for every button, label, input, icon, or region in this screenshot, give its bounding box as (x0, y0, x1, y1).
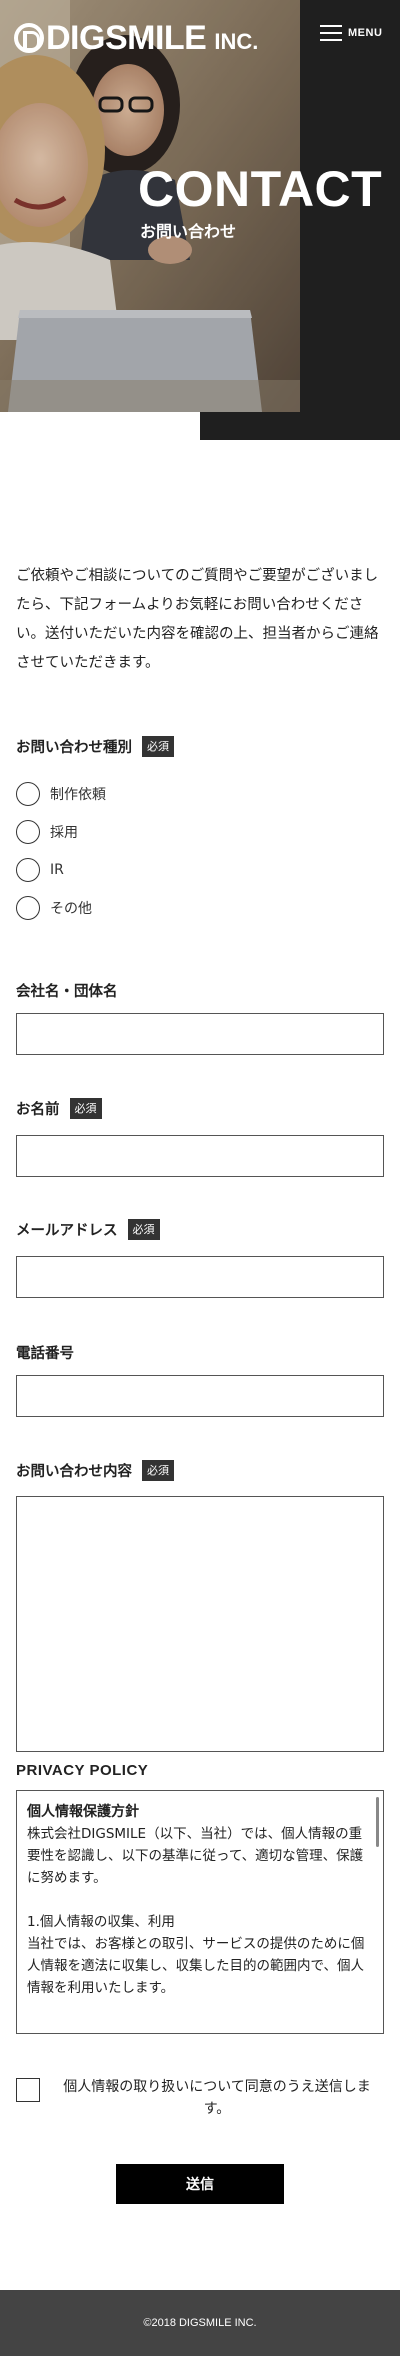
phone-input[interactable] (16, 1375, 384, 1417)
name-label: お名前 (16, 1102, 60, 1118)
scrollbar[interactable] (376, 1797, 379, 1847)
menu-label: MENU (348, 27, 383, 39)
required-badge: 必須 (69, 1098, 102, 1119)
email-input[interactable] (16, 1256, 384, 1298)
phone-label: 電話番号 (16, 1346, 74, 1362)
phone-label-row: 電話番号 (16, 1342, 74, 1363)
radio-ir[interactable]: IR (16, 858, 64, 882)
radio-button[interactable] (16, 782, 40, 806)
privacy-policy-heading: PRIVACY POLICY (16, 1762, 149, 1779)
menu-button[interactable]: MENU (320, 24, 382, 42)
logo-mark-icon (14, 23, 44, 53)
privacy-section-title: 1.個人情報の収集、利用 (27, 1914, 175, 1930)
radio-label: その他 (50, 901, 92, 917)
inquiry-type-label-row: お問い合わせ種別 必須 (16, 736, 174, 757)
radio-production[interactable]: 制作依頼 (16, 782, 106, 806)
radio-label: 採用 (50, 825, 78, 841)
hamburger-icon (320, 24, 342, 42)
email-label: メールアドレス (16, 1223, 118, 1239)
company-input[interactable] (16, 1013, 384, 1055)
radio-label: 制作依頼 (50, 787, 106, 803)
logo-text: DIGSMILE (46, 18, 207, 57)
page-title: CONTACT (138, 161, 383, 217)
radio-recruit[interactable]: 採用 (16, 820, 78, 844)
message-label: お問い合わせ内容 (16, 1464, 132, 1480)
radio-button[interactable] (16, 896, 40, 920)
privacy-paragraph: 株式会社DIGSMILE（以下、当社）では、個人情報の重要性を認識し、以下の基準… (27, 1826, 364, 1886)
page-subtitle: お問い合わせ (140, 222, 237, 241)
message-label-row: お問い合わせ内容 必須 (16, 1460, 174, 1481)
intro-text: ご依頼やご相談についてのご質問やご要望がございましたら、下記フォームよりお気軽に… (16, 568, 379, 671)
submit-button[interactable]: 送信 (116, 2164, 284, 2204)
logo-suffix: INC. (214, 29, 259, 54)
agreement-label: 個人情報の取り扱いについて同意のうえ送信します。 (63, 2079, 371, 2117)
company-label: 会社名・団体名 (16, 984, 118, 1000)
agreement-row: 個人情報の取り扱いについて同意のうえ送信します。 (16, 2076, 384, 2120)
footer: ©2018 DIGSMILE INC. (0, 2290, 400, 2356)
privacy-section-text: 当社では、お客様との取引、サービスの提供のために個人情報を適法に収集し、収集した… (27, 1936, 365, 1996)
logo[interactable]: DIGSMILE INC. (14, 18, 259, 57)
radio-label: IR (50, 862, 64, 878)
inquiry-type-label: お問い合わせ種別 (16, 740, 132, 756)
radio-other[interactable]: その他 (16, 896, 92, 920)
radio-button[interactable] (16, 858, 40, 882)
email-label-row: メールアドレス 必須 (16, 1219, 160, 1240)
name-label-row: お名前 必須 (16, 1098, 102, 1119)
hero-section: DIGSMILE INC. MENU CONTACT お問い合わせ (0, 0, 400, 440)
privacy-policy-box[interactable]: 個人情報保護方針 株式会社DIGSMILE（以下、当社）では、個人情報の重要性を… (16, 1790, 384, 2034)
name-input[interactable] (16, 1135, 384, 1177)
privacy-title: 個人情報保護方針 (27, 1804, 139, 1820)
required-badge: 必須 (142, 1460, 174, 1481)
required-badge: 必須 (127, 1219, 160, 1240)
radio-button[interactable] (16, 820, 40, 844)
copyright: ©2018 DIGSMILE INC. (143, 2317, 257, 2329)
message-textarea[interactable] (16, 1496, 384, 1752)
company-label-row: 会社名・団体名 (16, 980, 118, 1001)
agreement-checkbox[interactable] (16, 2078, 40, 2102)
required-badge: 必須 (142, 736, 174, 757)
